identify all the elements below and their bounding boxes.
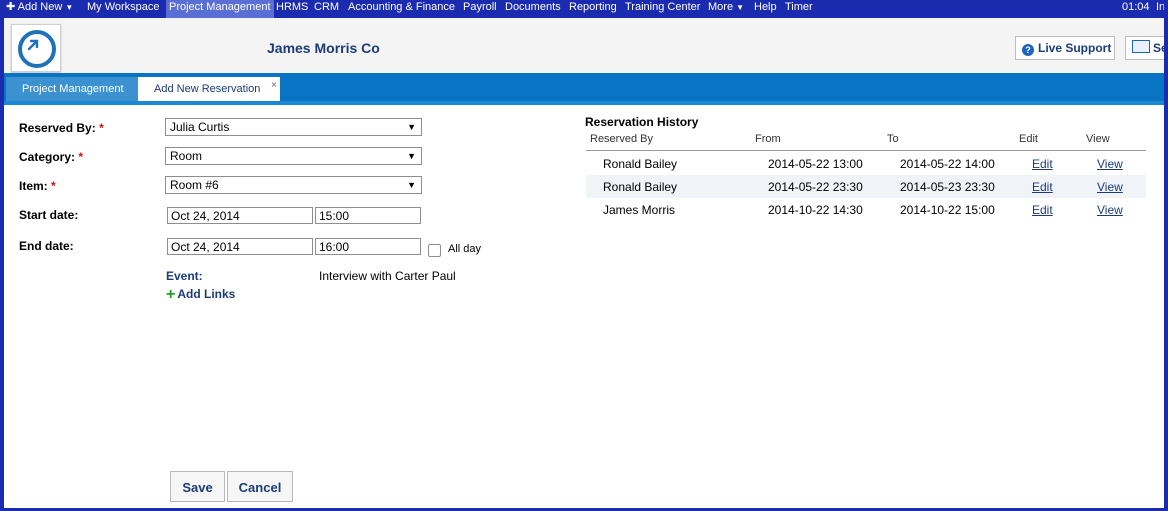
all-day-checkbox[interactable] <box>428 244 441 257</box>
item-label: Item: * <box>19 179 56 193</box>
clock-time: 01:04 <box>1122 1 1150 13</box>
live-support-button[interactable]: ? Live Support <box>1015 36 1115 60</box>
end-date-input[interactable] <box>167 238 313 255</box>
column-reserved-by: Reserved By <box>590 133 653 145</box>
app-header: James Morris Co ? Live Support Se <box>4 18 1168 74</box>
close-icon[interactable]: × <box>271 73 277 98</box>
dropdown-arrow-icon: ▼ <box>407 180 416 190</box>
add-links-link[interactable]: + Add Links <box>166 286 235 304</box>
dropdown-arrow-icon: ▼ <box>407 122 416 132</box>
cancel-button[interactable]: Cancel <box>227 471 293 502</box>
end-time-input[interactable] <box>315 238 421 255</box>
menu-payroll[interactable]: Payroll <box>460 0 500 18</box>
tab-add-new-reservation[interactable]: Add New Reservation × <box>138 77 280 101</box>
menu-add-new[interactable]: ✚ Add New ▼ <box>3 0 76 18</box>
top-menu-bar: ✚ Add New ▼ My Workspace Project Manageme… <box>0 0 1168 18</box>
column-edit: Edit <box>1019 133 1038 145</box>
send-button[interactable]: Se <box>1125 36 1168 60</box>
reserved-by-label: Reserved By: * <box>19 121 104 135</box>
start-date-input[interactable] <box>167 207 313 224</box>
edit-link[interactable]: Edit <box>1032 157 1053 171</box>
menu-training-center[interactable]: Training Center <box>622 0 703 18</box>
edit-link[interactable]: Edit <box>1032 180 1053 194</box>
table-row: Ronald Bailey 2014-05-22 23:30 2014-05-2… <box>586 175 1146 198</box>
all-day-label: All day <box>448 243 482 255</box>
arrow-up-right-icon <box>18 30 56 68</box>
envelope-icon <box>1132 40 1150 53</box>
plus-icon: + <box>166 286 176 303</box>
caret-down-icon: ▼ <box>65 3 74 12</box>
event-label: Event: <box>166 269 203 283</box>
menu-accounting-finance[interactable]: Accounting & Finance <box>345 0 458 18</box>
table-row: James Morris 2014-10-22 14:30 2014-10-22… <box>603 203 1123 217</box>
tab-project-management[interactable]: Project Management <box>6 77 150 101</box>
view-link[interactable]: View <box>1097 157 1123 171</box>
column-from: From <box>755 133 781 145</box>
save-button[interactable]: Save <box>170 471 225 502</box>
tab-bar-underline <box>4 101 1164 105</box>
app-logo[interactable] <box>11 24 61 72</box>
reserved-by-select[interactable]: Julia Curtis ▼ <box>165 118 422 136</box>
dropdown-arrow-icon: ▼ <box>407 151 416 161</box>
menu-hrms[interactable]: HRMS <box>273 0 311 18</box>
view-link[interactable]: View <box>1097 180 1123 194</box>
category-select[interactable]: Room ▼ <box>165 147 422 165</box>
question-icon: ? <box>1022 44 1034 56</box>
company-name: James Morris Co <box>267 40 380 56</box>
edit-link[interactable]: Edit <box>1032 203 1053 217</box>
start-date-label: Start date: <box>19 208 79 222</box>
caret-down-icon: ▼ <box>736 3 744 12</box>
menu-crm[interactable]: CRM <box>311 0 342 18</box>
header-divider <box>586 150 1146 151</box>
menu-timer[interactable]: Timer <box>782 0 816 18</box>
menu-more[interactable]: More ▼ <box>705 0 747 18</box>
start-time-input[interactable] <box>315 207 421 224</box>
item-select[interactable]: Room #6 ▼ <box>165 176 422 194</box>
end-date-label: End date: <box>19 239 74 253</box>
menu-project-management[interactable]: Project Management <box>166 0 274 18</box>
category-label: Category: * <box>19 150 84 164</box>
window-frame-right <box>1164 0 1168 511</box>
menu-documents[interactable]: Documents <box>502 0 564 18</box>
column-to: To <box>887 133 899 145</box>
window-frame-left <box>0 0 4 511</box>
view-link[interactable]: View <box>1097 203 1123 217</box>
menu-reporting[interactable]: Reporting <box>566 0 620 18</box>
menu-help[interactable]: Help <box>751 0 780 18</box>
plus-icon: ✚ <box>6 1 16 13</box>
menu-my-workspace[interactable]: My Workspace <box>84 0 163 18</box>
tab-bar: Project Management Add New Reservation × <box>4 73 1164 101</box>
reservation-history-title: Reservation History <box>585 115 699 129</box>
table-row: Ronald Bailey 2014-05-22 13:00 2014-05-2… <box>603 157 1123 171</box>
column-view: View <box>1086 133 1110 145</box>
event-value: Interview with Carter Paul <box>319 269 456 283</box>
